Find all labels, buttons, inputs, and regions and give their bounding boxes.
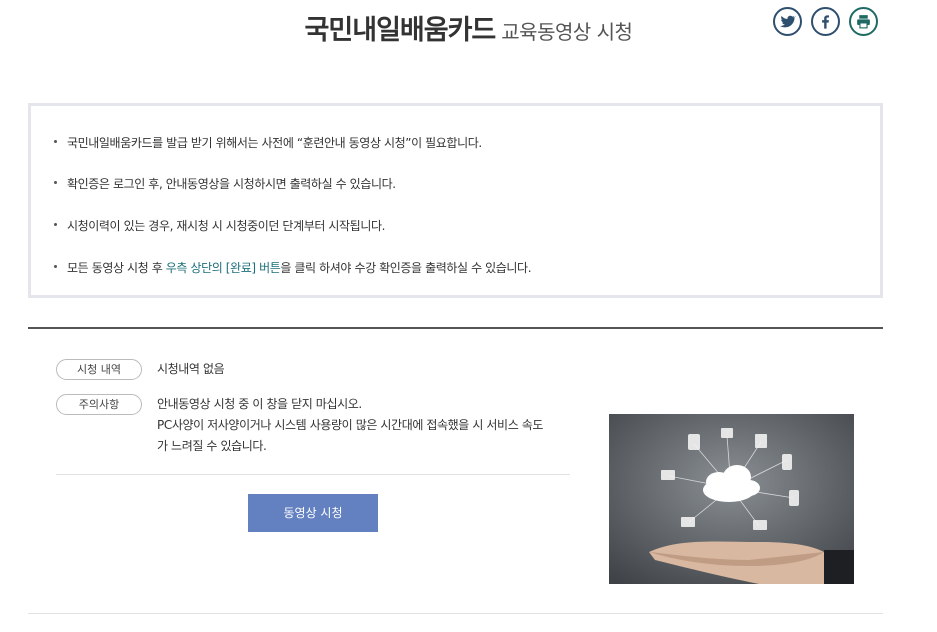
notice-item-highlight: 우측 상단의 [완료] 버튼 (165, 261, 281, 275)
social-share-bar (773, 7, 878, 36)
facebook-share-button[interactable] (811, 7, 840, 36)
watch-video-button[interactable]: 동영상 시청 (248, 494, 378, 532)
notice-item: 모든 동영상 시청 후 우측 상단의 [완료] 버튼을 클릭 하셔야 수강 확인… (53, 259, 532, 276)
history-label: 시청 내역 (56, 359, 142, 380)
notice-item-text: 모든 동영상 시청 후 (67, 261, 166, 275)
print-button[interactable] (849, 7, 878, 36)
content-divider (56, 474, 570, 475)
caution-line: PC사양이 저사양이거나 시스템 사용량이 많은 시간대에 접속했을 시 서비스… (157, 418, 544, 432)
history-value: 시청내역 없음 (157, 362, 225, 376)
page-title-sub: 교육동영상 시청 (501, 20, 633, 44)
bottom-divider (28, 613, 883, 614)
caution-text: 안내동영상 시청 중 이 창을 닫지 마십시오. PC사양이 저사양이거나 시스… (157, 394, 577, 457)
notice-item: 시청이력이 있는 경우, 재시청 시 시청중이던 단계부터 시작됩니다. (53, 219, 386, 233)
twitter-icon (779, 15, 796, 28)
page-title-main: 국민내일배움카드 (304, 15, 497, 46)
caution-line: 안내동영상 시청 중 이 창을 닫지 마십시오. (157, 397, 362, 411)
notice-box: 국민내일배움카드를 발급 받기 위해서는 사전에 “훈련안내 동영상 시청”이 … (28, 103, 883, 298)
notice-item-text: 을 클릭 하셔야 수강 확인증을 출력하실 수 있습니다. (280, 261, 532, 275)
print-icon (857, 15, 870, 29)
facebook-icon (822, 15, 830, 29)
page-header: 국민내일배움카드 교육동영상 시청 (0, 0, 937, 55)
caution-label: 주의사항 (56, 394, 142, 415)
notice-item: 확인증은 로그인 후, 안내동영상을 시청하시면 출력하실 수 있습니다. (54, 177, 396, 191)
caution-line: 가 느려질 수 있습니다. (157, 439, 267, 453)
section-divider (28, 327, 883, 329)
cloud-computing-image (609, 414, 854, 584)
twitter-share-button[interactable] (773, 7, 802, 36)
notice-item: 국민내일배움카드를 발급 받기 위해서는 사전에 “훈련안내 동영상 시청”이 … (54, 136, 482, 150)
